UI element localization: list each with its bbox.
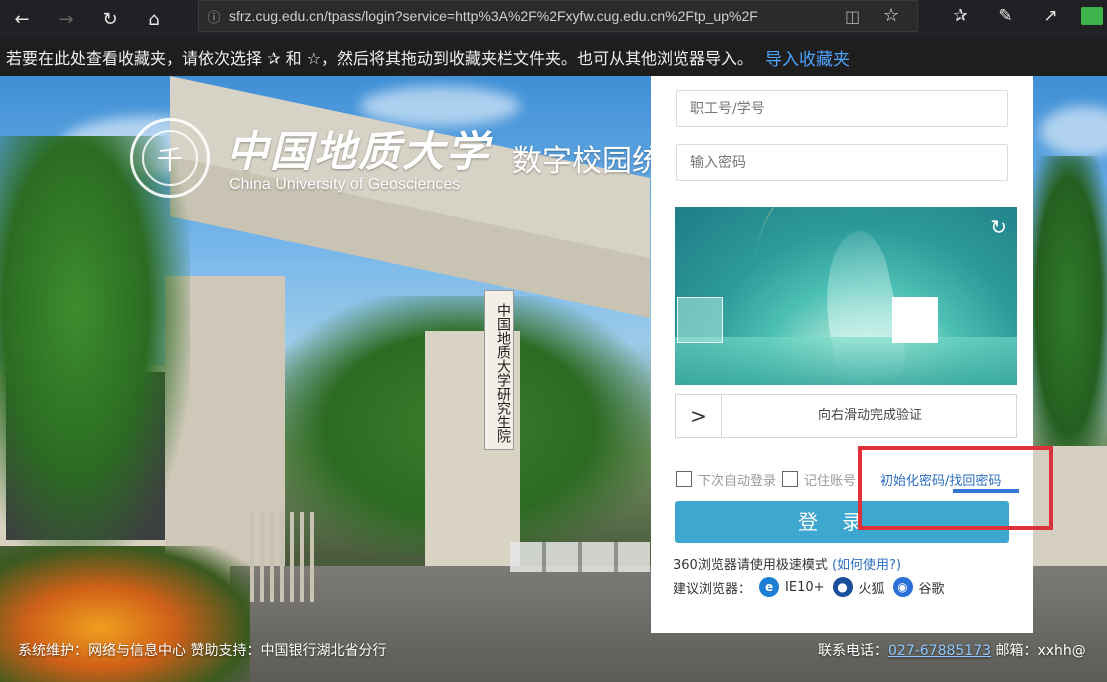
university-logo: 千: [130, 118, 210, 198]
back-icon[interactable]: ←: [0, 0, 44, 38]
suggest-label: 建议浏览器：: [673, 581, 752, 597]
share-icon[interactable]: ↗: [1028, 6, 1073, 26]
remember-label: 记住账号: [804, 473, 857, 489]
browser-toolbar: ← → ↻ ⌂ ⓘ sfrz.cug.edu.cn/tpass/login?se…: [0, 0, 1107, 38]
login-panel: ↻ > 向右滑动完成验证 下次自动登录 记住账号 初始化密码/找回密码 登录 3…: [651, 76, 1033, 633]
phone-link[interactable]: 027-67885173: [888, 643, 991, 659]
username-input[interactable]: [676, 90, 1008, 127]
right-tools: ✰ ✎ ↗: [938, 0, 1107, 32]
url-text[interactable]: sfrz.cug.edu.cn/tpass/login?service=http…: [229, 8, 829, 24]
university-name-en: China University of Geosciences: [229, 176, 461, 193]
email-label: 邮箱：xxhh@: [995, 643, 1086, 659]
ie-icon: e: [759, 577, 780, 597]
tip-360-text: 360浏览器请使用极速模式: [673, 558, 828, 573]
contact-label: 联系电话：: [818, 643, 888, 659]
slider-hint: 向右滑动完成验证: [817, 408, 922, 423]
favorites-icon[interactable]: ✰: [938, 6, 983, 26]
extension-icon[interactable]: [1081, 7, 1103, 25]
login-options: 下次自动登录 记住账号: [676, 469, 862, 489]
address-bar[interactable]: ⓘ sfrz.cug.edu.cn/tpass/login?service=ht…: [198, 0, 918, 32]
slider-captcha-image: ↻: [675, 207, 1017, 385]
firefox-icon: ●: [832, 577, 853, 597]
password-input[interactable]: [676, 144, 1008, 181]
remember-option[interactable]: 记住账号: [782, 470, 856, 489]
slider-handle[interactable]: >: [676, 395, 722, 437]
info-icon[interactable]: ⓘ: [199, 7, 229, 26]
system-title: 数字校园统: [512, 144, 662, 179]
pen-icon[interactable]: ✎: [983, 6, 1028, 26]
browser-firefox-label: 火狐: [858, 581, 885, 597]
refresh-icon[interactable]: ↻: [88, 0, 132, 38]
logo-glyph: 千: [142, 130, 198, 186]
favorites-hint-bar: 若要在此处查看收藏夹，请依次选择 ✰ 和 ☆，然后将其拖动到收藏夹栏文件夹。也可…: [0, 38, 1107, 76]
auto-login-option[interactable]: 下次自动登录: [676, 470, 776, 489]
star-icon[interactable]: ☆: [883, 5, 899, 26]
university-name-cn: 中国地质大学: [226, 127, 491, 176]
home-icon[interactable]: ⌂: [132, 0, 176, 38]
browser-chrome-label: 谷歌: [918, 581, 945, 597]
captcha-slider[interactable]: > 向右滑动完成验证: [675, 394, 1017, 438]
forward-icon[interactable]: →: [44, 0, 88, 38]
footer-contact: 联系电话：027-67885173 邮箱：xxhh@: [818, 640, 1086, 660]
browser-360-tip: 360浏览器请使用极速模式 (如何使用?): [673, 554, 901, 573]
favorites-hint-text: 若要在此处查看收藏夹，请依次选择 ✰ 和 ☆，然后将其拖动到收藏夹栏文件夹。也可…: [6, 49, 754, 68]
red-annotation-box: [858, 446, 1053, 530]
reading-view-icon[interactable]: ◫: [845, 7, 860, 26]
auto-login-checkbox[interactable]: [676, 471, 692, 487]
gate-sign: 中国地质大学研究生院: [484, 290, 514, 450]
captcha-target-slot: [892, 297, 938, 343]
remember-checkbox[interactable]: [782, 471, 799, 487]
footer-maintenance: 系统维护：网络与信息中心 赞助支持：中国银行湖北省分行: [18, 643, 387, 659]
chrome-icon: ◉: [892, 577, 913, 597]
browser-ie-label: IE10+: [785, 579, 825, 595]
import-favorites-link[interactable]: 导入收藏夹: [765, 45, 850, 70]
captcha-refresh-icon[interactable]: ↻: [990, 217, 1007, 237]
auto-login-label: 下次自动登录: [698, 473, 777, 489]
how-to-use-link[interactable]: (如何使用?): [832, 558, 901, 573]
captcha-puzzle-piece[interactable]: [677, 297, 723, 343]
suggested-browsers: 建议浏览器： e IE10+ ● 火狐 ◉ 谷歌: [673, 576, 945, 598]
